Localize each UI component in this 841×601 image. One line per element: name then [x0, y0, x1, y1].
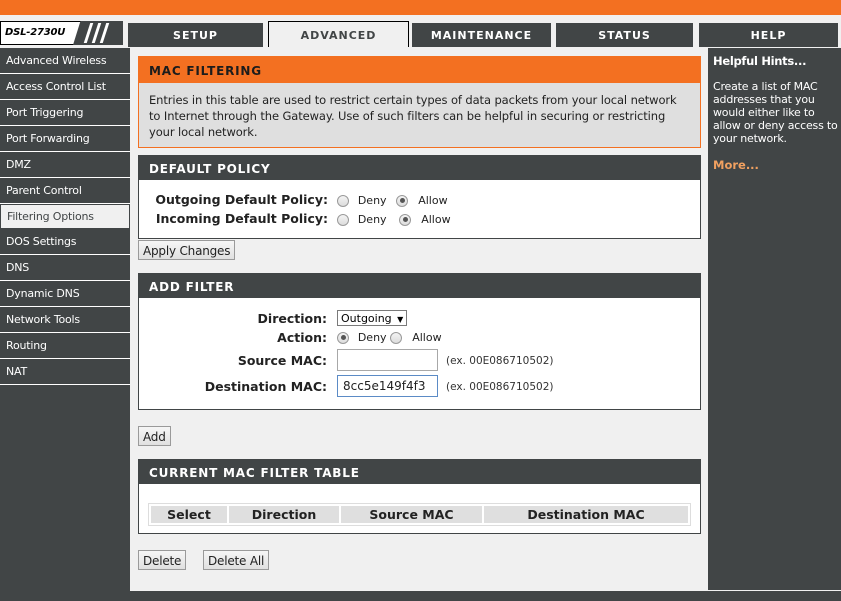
outgoing-policy-label: Outgoing Default Policy: [155, 192, 328, 207]
top-brand-bar [0, 0, 841, 15]
action-allow-label: Allow [412, 331, 442, 344]
help-panel: Helpful Hints... Create a list of MAC ad… [708, 48, 841, 590]
direction-select-value: Outgoing [341, 312, 392, 325]
sidebar: Advanced Wireless Access Control List Po… [0, 48, 130, 593]
dropdown-arrow-icon: ▼ [397, 315, 404, 324]
destination-mac-label: Destination MAC: [204, 379, 327, 394]
direction-select[interactable]: Outgoing ▼ [337, 310, 408, 326]
help-title: Helpful Hints... [713, 54, 807, 68]
sidebar-item-advanced-wireless[interactable]: Advanced Wireless [0, 48, 130, 74]
slash-decoration [73, 21, 123, 45]
outgoing-deny-radio[interactable] [337, 194, 349, 207]
footer-bar [0, 591, 841, 601]
table-header-row: Select Direction Source MAC Destination … [151, 506, 688, 523]
tab-advanced[interactable]: ADVANCED [268, 21, 409, 47]
help-more-link[interactable]: More... [713, 158, 759, 172]
tab-maintenance[interactable]: MAINTENANCE [412, 23, 551, 47]
top-gap [0, 15, 841, 20]
main-content: MAC FILTERING Entries in this table are … [138, 56, 701, 570]
tab-help[interactable]: HELP [699, 23, 838, 47]
add-button[interactable]: Add [138, 426, 171, 446]
sidebar-item-network-tools[interactable]: Network Tools [0, 307, 130, 333]
outgoing-deny-label: Deny [357, 194, 387, 207]
incoming-allow-radio[interactable] [399, 213, 412, 226]
incoming-deny-label: Deny [357, 213, 387, 226]
source-mac-label: Source MAC: [237, 353, 327, 368]
outgoing-allow-label: Allow [418, 194, 448, 207]
incoming-policy-label: Incoming Default Policy: [155, 211, 328, 226]
destination-mac-input[interactable] [337, 375, 438, 397]
sidebar-item-dynamic-dns[interactable]: Dynamic DNS [0, 281, 130, 307]
destination-mac-hint: (ex. 00E086710502) [446, 381, 554, 393]
incoming-deny-radio[interactable] [337, 213, 349, 226]
column-header-direction: Direction [229, 506, 339, 523]
column-header-select: Select [151, 506, 227, 523]
action-deny-label: Deny [357, 331, 387, 344]
incoming-allow-label: Allow [421, 213, 451, 226]
delete-button[interactable]: Delete [138, 550, 187, 570]
sidebar-item-port-triggering[interactable]: Port Triggering [0, 100, 130, 126]
action-deny-radio[interactable] [337, 331, 349, 344]
tab-status[interactable]: STATUS [556, 23, 693, 47]
sidebar-item-port-forwarding[interactable]: Port Forwarding [0, 126, 130, 152]
default-policy-title: DEFAULT POLICY [139, 156, 700, 180]
mac-filter-table-section: CURRENT MAC FILTER TABLE Select Directio… [138, 459, 701, 534]
action-allow-radio[interactable] [390, 331, 403, 344]
intro-description: Entries in this table are used to restri… [149, 93, 677, 139]
sidebar-item-nat[interactable]: NAT [0, 359, 130, 385]
sidebar-item-dns[interactable]: DNS [0, 255, 130, 281]
model-badge: DSL-2730U [0, 21, 123, 45]
page-title: MAC FILTERING [139, 57, 700, 83]
outgoing-allow-radio[interactable] [396, 194, 409, 207]
sidebar-item-dos-settings[interactable]: DOS Settings [0, 229, 130, 255]
sidebar-item-parent-control[interactable]: Parent Control [0, 178, 130, 204]
mac-filter-table: Select Direction Source MAC Destination … [148, 503, 691, 526]
mac-filter-table-title: CURRENT MAC FILTER TABLE [139, 460, 700, 484]
action-label: Action: [277, 330, 327, 345]
column-header-source-mac: Source MAC [341, 506, 482, 523]
apply-changes-button[interactable]: Apply Changes [138, 240, 236, 260]
add-filter-title: ADD FILTER [139, 274, 700, 298]
default-policy-section: DEFAULT POLICY Outgoing Default Policy: … [138, 155, 701, 239]
add-filter-section: ADD FILTER Direction: Outgoing ▼ Action:… [138, 273, 701, 410]
sidebar-item-filtering-options[interactable]: Filtering Options [0, 204, 130, 229]
delete-all-button[interactable]: Delete All [203, 550, 270, 570]
direction-label: Direction: [257, 311, 327, 326]
sidebar-item-routing[interactable]: Routing [0, 333, 130, 359]
tab-setup[interactable]: SETUP [128, 23, 263, 47]
source-mac-hint: (ex. 00E086710502) [446, 355, 554, 367]
column-header-destination-mac: Destination MAC [484, 506, 688, 523]
mac-filtering-intro: MAC FILTERING Entries in this table are … [138, 56, 701, 148]
sidebar-item-dmz[interactable]: DMZ [0, 152, 130, 178]
help-text: Create a list of MAC addresses that you … [713, 80, 838, 145]
model-name: DSL-2730U [5, 27, 66, 38]
sidebar-item-access-control-list[interactable]: Access Control List [0, 74, 130, 100]
source-mac-input[interactable] [337, 349, 438, 371]
